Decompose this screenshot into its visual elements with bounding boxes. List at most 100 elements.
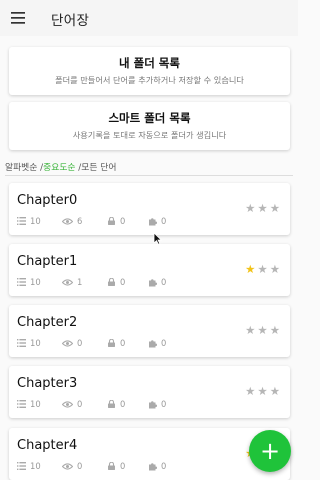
stat-value: 0 xyxy=(161,277,167,287)
chapter-card[interactable]: Chapter1 10 1 0 0 ★ ★ ★ xyxy=(9,244,290,296)
lock-icon xyxy=(107,278,120,286)
importance-rating[interactable]: ★★★ xyxy=(245,385,280,397)
star-icon[interactable]: ★ xyxy=(245,202,255,214)
stat-value: 0 xyxy=(120,399,126,409)
chapter-title: Chapter1 xyxy=(17,254,78,269)
app-title: 단어장 xyxy=(51,13,90,29)
hamburger-menu-icon xyxy=(11,12,25,24)
stat-value: 0 xyxy=(161,399,167,409)
stat-words: 10 xyxy=(17,216,41,226)
star-icon[interactable]: ★ xyxy=(245,324,255,336)
stat-locked: 0 xyxy=(107,216,125,226)
add-fab-button[interactable]: + xyxy=(249,430,291,472)
stat-views: 0 xyxy=(62,461,82,471)
star-icon[interactable]: ★ xyxy=(270,385,280,397)
stat-value: 0 xyxy=(77,399,83,409)
lock-icon xyxy=(107,339,120,347)
menu-button[interactable] xyxy=(0,0,36,36)
chapter-card[interactable]: Chapter3 10 0 0 0 ★ ★ ★ xyxy=(9,366,290,418)
stat-views: 1 xyxy=(62,277,82,287)
stat-value: 0 xyxy=(161,338,167,348)
stat-puzzles: 0 xyxy=(148,216,166,226)
stat-views: 0 xyxy=(62,399,82,409)
eye-icon xyxy=(62,278,77,286)
eye-icon xyxy=(62,339,77,347)
stat-words: 10 xyxy=(17,277,41,287)
star-icon[interactable]: ★ xyxy=(257,324,267,336)
mouse-cursor-icon xyxy=(153,232,162,245)
star-icon[interactable]: ★ xyxy=(270,324,280,336)
importance-rating[interactable]: ★★★ xyxy=(245,202,280,214)
sort-importance[interactable]: 중요도순 xyxy=(43,163,75,173)
star-icon[interactable]: ★ xyxy=(245,263,255,275)
sort-alphabetical[interactable]: 알파벳순 xyxy=(5,163,37,173)
stat-value: 0 xyxy=(77,461,83,471)
stat-puzzles: 0 xyxy=(148,461,166,471)
chapter-card[interactable]: Chapter2 10 0 0 0 ★ ★ ★ xyxy=(9,305,290,357)
stat-locked: 0 xyxy=(107,461,125,471)
add-icon: + xyxy=(259,437,281,465)
chapter-title: Chapter4 xyxy=(17,438,78,453)
puzzle-icon xyxy=(148,462,161,471)
list-icon xyxy=(17,400,30,408)
sort-options: 알파벳순 /중요도순 /모든 단어 xyxy=(5,160,116,173)
puzzle-icon xyxy=(148,278,161,287)
stat-value: 10 xyxy=(30,461,41,471)
stat-views: 0 xyxy=(62,338,82,348)
star-icon[interactable]: ★ xyxy=(257,385,267,397)
my-folders-card[interactable]: 내 폴더 목록 폴더를 만들어서 단어를 추가하거나 저장할 수 있습니다 xyxy=(9,47,290,95)
my-folders-subtitle: 폴더를 만들어서 단어를 추가하거나 저장할 수 있습니다 xyxy=(55,75,244,85)
stat-value: 10 xyxy=(30,216,41,226)
star-icon[interactable]: ★ xyxy=(257,202,267,214)
puzzle-icon xyxy=(148,217,161,226)
star-icon[interactable]: ★ xyxy=(245,385,255,397)
stat-value: 0 xyxy=(77,338,83,348)
lock-icon xyxy=(107,400,120,408)
stat-locked: 0 xyxy=(107,399,125,409)
stat-value: 0 xyxy=(120,216,126,226)
eye-icon xyxy=(62,400,77,408)
chapter-title: Chapter2 xyxy=(17,315,78,330)
stat-value: 10 xyxy=(30,338,41,348)
stat-words: 10 xyxy=(17,338,41,348)
eye-icon xyxy=(62,217,77,225)
eye-icon xyxy=(62,462,77,470)
stat-words: 10 xyxy=(17,461,41,471)
stat-puzzles: 0 xyxy=(148,277,166,287)
star-icon[interactable]: ★ xyxy=(270,202,280,214)
list-icon xyxy=(17,462,30,470)
stat-value: 6 xyxy=(77,216,83,226)
my-folders-title: 내 폴더 목록 xyxy=(119,56,180,70)
chapter-title: Chapter3 xyxy=(17,376,78,391)
stat-locked: 0 xyxy=(107,338,125,348)
stat-locked: 0 xyxy=(107,277,125,287)
smart-folders-title: 스마트 폴더 목록 xyxy=(108,111,191,125)
stat-puzzles: 0 xyxy=(148,399,166,409)
stat-words: 10 xyxy=(17,399,41,409)
puzzle-icon xyxy=(148,400,161,409)
importance-rating[interactable]: ★★★ xyxy=(245,263,280,275)
app-bar: 단어장 xyxy=(0,0,298,36)
chapter-title: Chapter0 xyxy=(17,193,78,208)
stat-views: 6 xyxy=(62,216,82,226)
stat-value: 10 xyxy=(30,399,41,409)
stat-value: 0 xyxy=(161,461,167,471)
chapter-card[interactable]: Chapter410000★★★ xyxy=(9,428,290,480)
chapter-card[interactable]: Chapter0 10 6 0 0 ★ ★ ★ xyxy=(9,183,290,235)
stat-value: 1 xyxy=(77,277,83,287)
list-icon xyxy=(17,339,30,347)
lock-icon xyxy=(107,462,120,470)
importance-rating[interactable]: ★★★ xyxy=(245,324,280,336)
smart-folders-card[interactable]: 스마트 폴더 목록 사용기록을 토대로 자동으로 폴더가 생깁니다 xyxy=(9,102,290,150)
lock-icon xyxy=(107,217,120,225)
divider xyxy=(5,175,293,176)
star-icon[interactable]: ★ xyxy=(270,263,280,275)
stat-value: 0 xyxy=(120,461,126,471)
puzzle-icon xyxy=(148,339,161,348)
list-icon xyxy=(17,217,30,225)
star-icon[interactable]: ★ xyxy=(257,263,267,275)
stat-value: 0 xyxy=(161,216,167,226)
stat-puzzles: 0 xyxy=(148,338,166,348)
sort-all-words[interactable]: 모든 단어 xyxy=(81,163,116,173)
stat-value: 0 xyxy=(120,338,126,348)
